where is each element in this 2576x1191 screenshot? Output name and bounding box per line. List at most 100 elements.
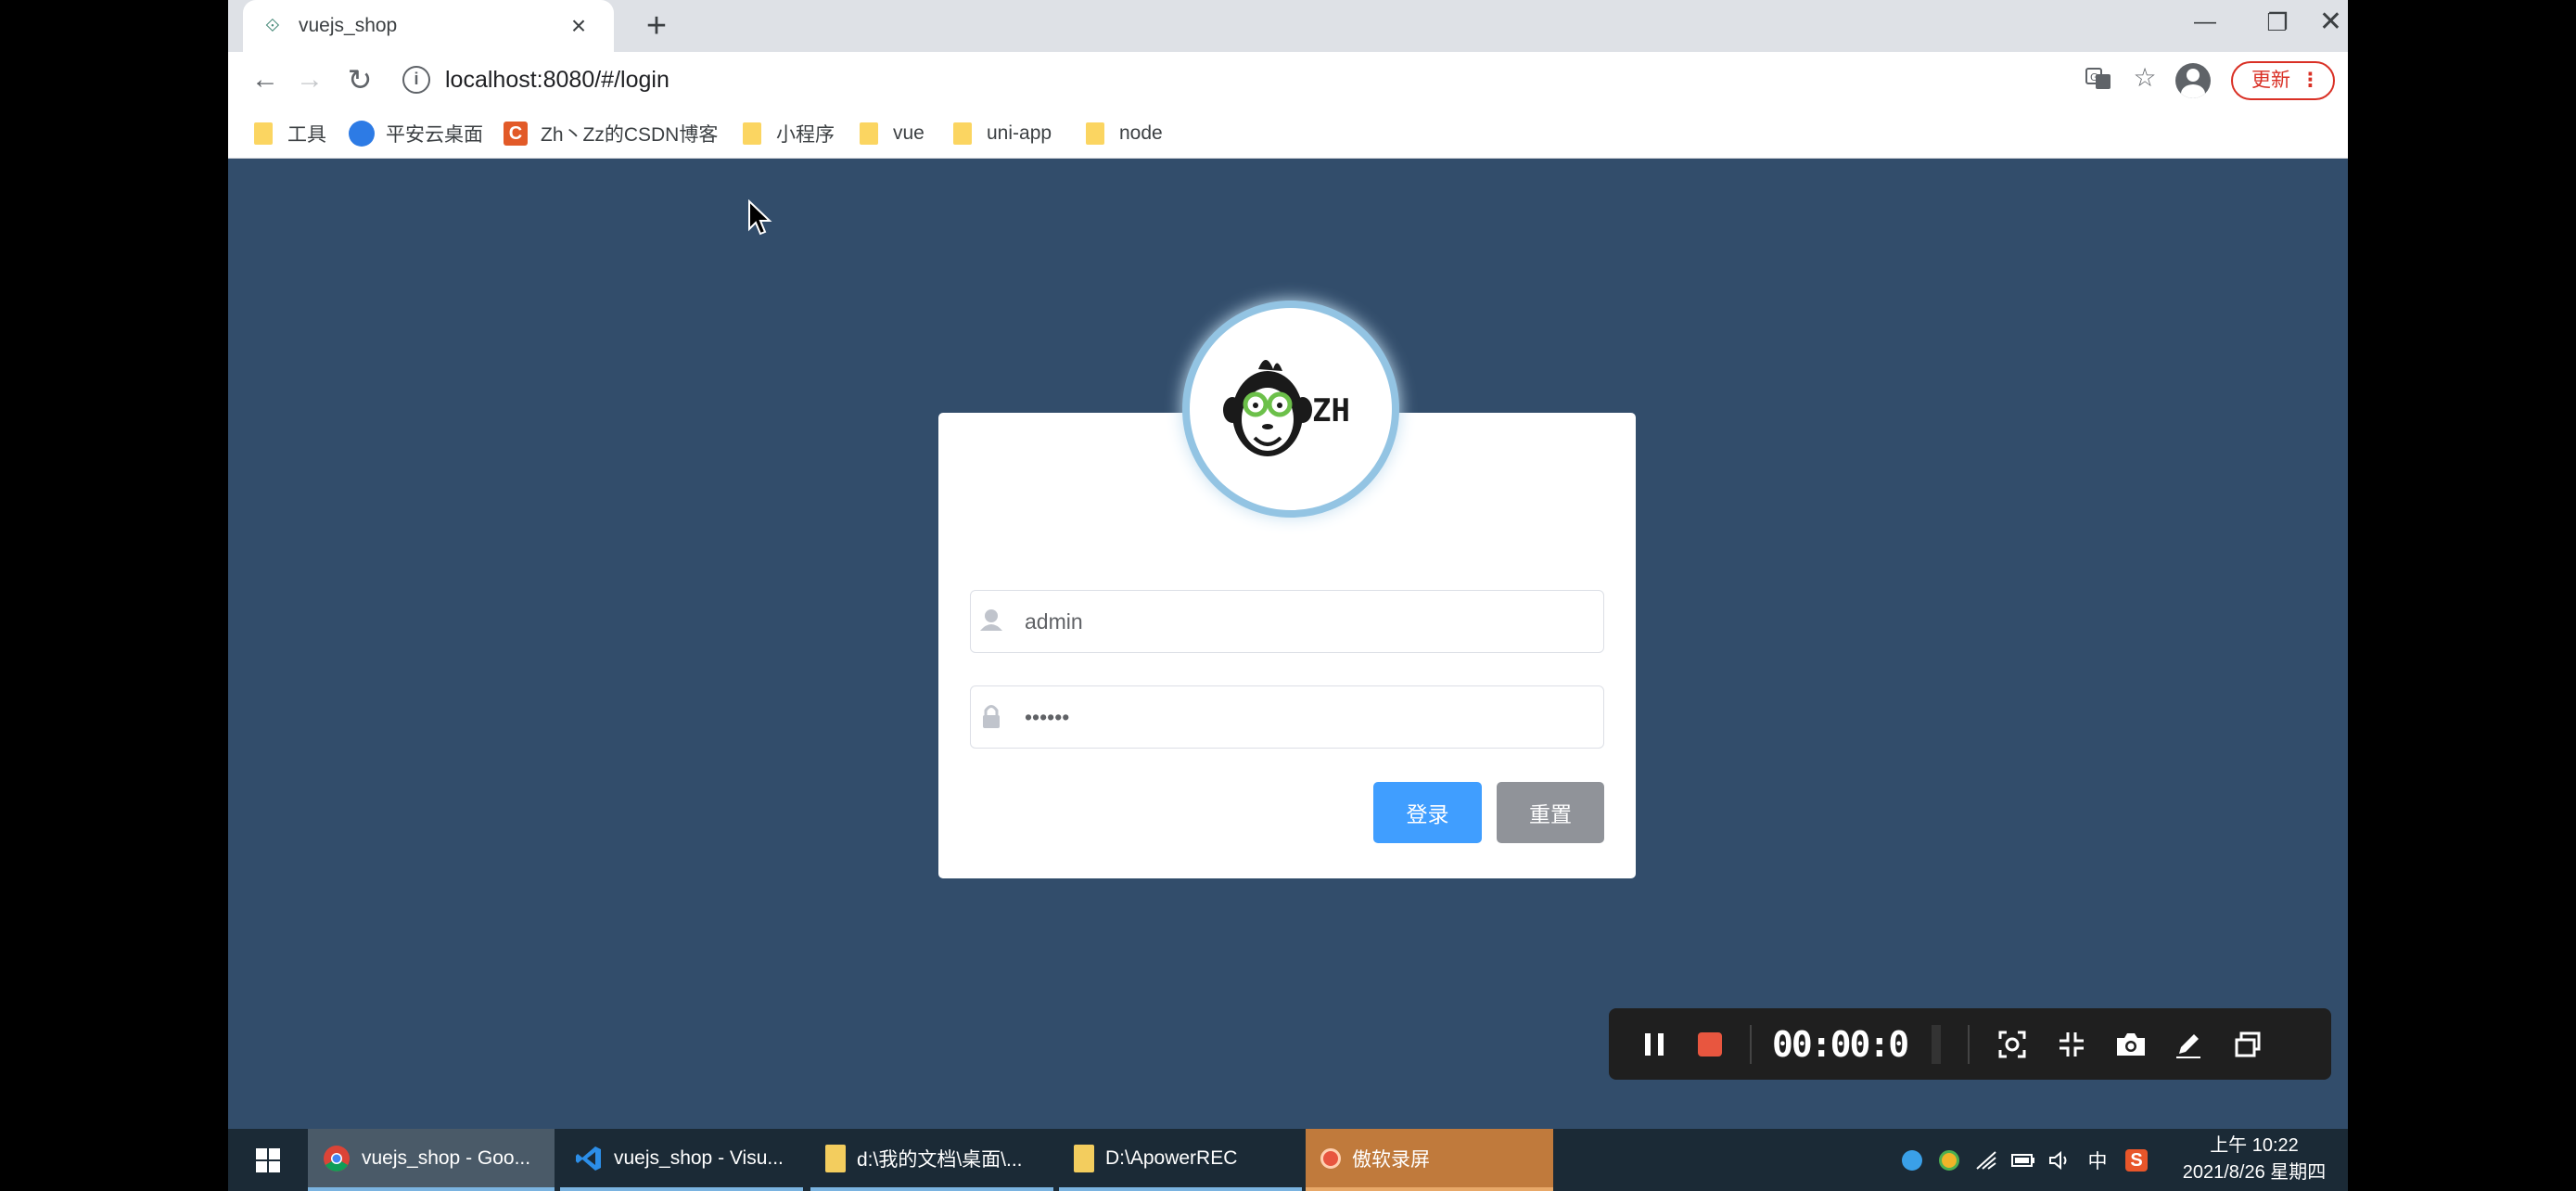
taskbar-item-recorder[interactable]: 傲软录屏	[1306, 1129, 1553, 1191]
mouse-cursor-icon	[748, 199, 772, 236]
user-icon	[971, 590, 1023, 653]
password-field[interactable]	[970, 685, 1604, 749]
bookmark-label: 小程序	[776, 124, 835, 146]
svg-text:G: G	[2090, 71, 2098, 83]
more-menu-icon[interactable]: ⋮	[2301, 63, 2320, 98]
bookmark-label: node	[1119, 122, 1163, 144]
update-label: 更新	[2251, 70, 2290, 91]
close-window-button[interactable]: ✕	[2314, 0, 2348, 45]
close-tab-icon[interactable]: ×	[566, 11, 592, 41]
volume-icon[interactable]	[2044, 1129, 2077, 1191]
windows-start-icon	[256, 1147, 280, 1172]
translate-icon[interactable]: G	[2083, 65, 2114, 96]
tray-app-icon[interactable]	[1895, 1129, 1929, 1191]
divider	[1750, 1025, 1752, 1064]
battery-icon[interactable]	[2007, 1129, 2040, 1191]
password-input[interactable]	[1023, 689, 1579, 745]
login-button[interactable]: 登录	[1373, 782, 1482, 843]
lock-icon	[971, 685, 1023, 749]
update-button[interactable]: 更新 ⋮	[2231, 61, 2335, 100]
forward-button[interactable]: →	[291, 61, 328, 98]
url-text: localhost:8080/#/login	[445, 66, 670, 93]
camera-icon	[2117, 1032, 2145, 1056]
bookmark-item[interactable]: 平安云桌面	[349, 119, 483, 148]
folder-icon	[1086, 122, 1104, 145]
region-capture-button[interactable]	[1989, 1008, 2035, 1080]
screenshot-button[interactable]	[2108, 1008, 2154, 1080]
bookmark-item[interactable]: uni-app	[953, 119, 1052, 148]
bookmark-item[interactable]: C Zh丶Zz的CSDN博客	[504, 119, 718, 148]
record-icon	[1320, 1147, 1341, 1169]
bookmark-item[interactable]: 工具	[254, 119, 326, 148]
clock-date: 2021/8/26 星期四	[2182, 1162, 2327, 1183]
task-label: D:\ApowerREC	[1105, 1146, 1238, 1169]
taskbar-item-explorer-apowerrec[interactable]: D:\ApowerREC	[1059, 1129, 1302, 1191]
start-button[interactable]	[228, 1129, 308, 1191]
task-label: vuejs_shop - Goo...	[362, 1146, 531, 1169]
reset-button[interactable]: 重置	[1497, 782, 1604, 843]
username-field[interactable]	[970, 590, 1604, 653]
recorder-bar: 00:00:0	[1609, 1008, 2331, 1080]
login-avatar: ZH	[1182, 301, 1399, 518]
divider	[1932, 1025, 1941, 1064]
bookmark-label: Zh丶Zz的CSDN博客	[541, 124, 719, 146]
clock-time: 上午 10:22	[2210, 1135, 2299, 1156]
browser-toolbar: ← → ↻ i localhost:8080/#/login G ☆ 更新 ⋮	[228, 52, 2348, 108]
minimize-button[interactable]: —	[2169, 0, 2241, 45]
csdn-icon: C	[504, 122, 528, 146]
svg-text:ZH: ZH	[1312, 392, 1350, 429]
task-label: 傲软录屏	[1352, 1148, 1430, 1171]
chrome-icon	[324, 1145, 350, 1172]
vscode-icon	[576, 1146, 601, 1171]
new-tab-button[interactable]: +	[636, 6, 677, 46]
shrink-button[interactable]	[2048, 1008, 2095, 1080]
sogou-ime-icon[interactable]: S	[2120, 1129, 2153, 1191]
reload-button[interactable]: ↻	[341, 61, 378, 98]
folder-icon	[743, 122, 761, 145]
divider	[1968, 1025, 1970, 1064]
taskbar-clock[interactable]: 上午 10:22 2021/8/26 星期四	[2166, 1133, 2342, 1186]
screen: ⟐ vuejs_shop × + — ❐ ✕ ← → ↻ i localhost…	[228, 0, 2348, 1191]
bookmark-label: vue	[893, 122, 925, 144]
bookmark-item[interactable]: vue	[860, 119, 925, 148]
shrink-icon	[2060, 1031, 2084, 1057]
annotate-button[interactable]	[2165, 1008, 2212, 1080]
folder-icon	[254, 122, 273, 145]
profile-avatar-icon[interactable]	[2175, 63, 2211, 98]
folder-icon	[1074, 1144, 1094, 1172]
tray-app-icon[interactable]	[1932, 1129, 1966, 1191]
tab-title: vuejs_shop	[299, 15, 398, 36]
bookmark-item[interactable]: node	[1086, 119, 1163, 148]
tab-strip: ⟐ vuejs_shop × + — ❐ ✕	[228, 0, 2348, 52]
pen-icon	[2176, 1033, 2200, 1058]
pause-button[interactable]	[1631, 1008, 1677, 1080]
task-label: d:\我的文档\桌面\...	[857, 1148, 1023, 1171]
site-info-icon[interactable]: i	[402, 66, 430, 94]
window-toggle-button[interactable]	[2225, 1008, 2271, 1080]
network-icon[interactable]	[1970, 1129, 2003, 1191]
pause-icon	[1645, 1032, 1664, 1056]
bookmarks-bar: 工具 平安云桌面 C Zh丶Zz的CSDN博客 小程序 vue uni-app …	[228, 108, 2348, 159]
taskbar-item-vscode[interactable]: vuejs_shop - Visu...	[560, 1129, 803, 1191]
folder-icon	[825, 1144, 846, 1172]
address-bar[interactable]: i localhost:8080/#/login	[395, 58, 2083, 102]
browser-tab[interactable]: ⟐ vuejs_shop ×	[243, 0, 614, 52]
stop-icon	[1698, 1031, 1722, 1057]
stop-button[interactable]	[1687, 1008, 1733, 1080]
taskbar-item-explorer-docs[interactable]: d:\我的文档\桌面\...	[810, 1129, 1053, 1191]
bookmark-label: 工具	[287, 124, 326, 146]
ime-indicator[interactable]: 中	[2081, 1129, 2114, 1191]
bookmark-label: uni-app	[987, 122, 1052, 144]
window-icon	[2235, 1031, 2261, 1057]
bookmark-star-icon[interactable]: ☆	[2129, 62, 2161, 94]
taskbar-item-chrome[interactable]: vuejs_shop - Goo...	[308, 1129, 555, 1191]
folder-icon	[953, 122, 972, 145]
bookmark-label: 平安云桌面	[386, 124, 483, 146]
recording-timer: 00:00:0	[1772, 1023, 1909, 1065]
monkey-logo-icon: ZH	[1223, 360, 1350, 456]
task-label: vuejs_shop - Visu...	[614, 1146, 784, 1169]
back-button[interactable]: ←	[247, 61, 284, 98]
username-input[interactable]	[1023, 594, 1579, 649]
bookmark-item[interactable]: 小程序	[743, 119, 835, 148]
restore-button[interactable]: ❐	[2241, 0, 2314, 45]
